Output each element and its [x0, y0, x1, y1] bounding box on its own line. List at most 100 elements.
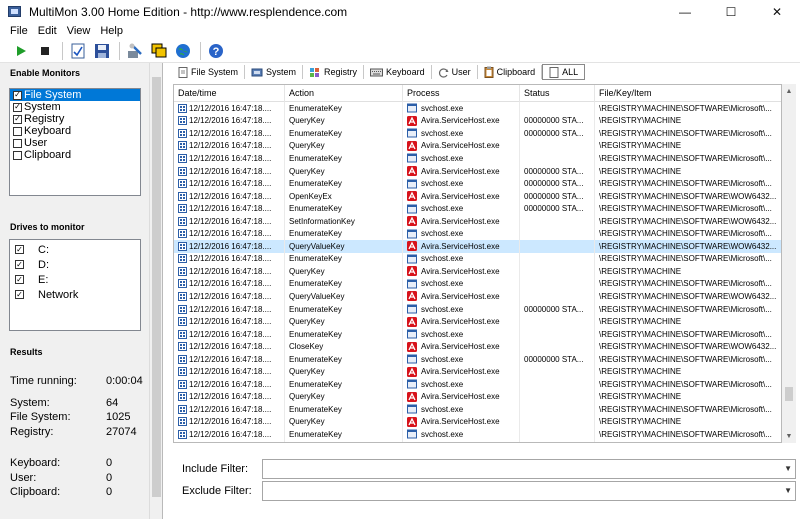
table-row[interactable]: 12/12/2016 16:47:18.... EnumerateKey svcho… — [174, 152, 781, 165]
monitor-checkbox[interactable]: ✓ — [13, 90, 22, 100]
table-row[interactable]: 12/12/2016 16:47:18.... EnumerateKey svcho… — [174, 252, 781, 266]
table-row[interactable]: 12/12/2016 16:47:18.... EnumerateKey svcho… — [174, 177, 781, 190]
table-row[interactable]: 12/12/2016 16:47:18....QueryKeyAvira.Ser… — [174, 315, 781, 328]
table-row[interactable]: 12/12/2016 16:47:18.... EnumerateKey svcho… — [174, 127, 781, 140]
column-header-action[interactable]: Action — [285, 85, 403, 102]
table-row[interactable]: 12/12/2016 16:47:18.... CloseKey Avira.Ser… — [174, 340, 781, 353]
menu-edit[interactable]: Edit — [38, 25, 57, 37]
include-filter-input[interactable] — [263, 460, 778, 478]
cell-text: 12/12/2016 16:47:18.... — [189, 229, 272, 239]
table-row[interactable]: 12/12/2016 16:47:18....QueryKeyAvira.Ser… — [174, 440, 781, 442]
table-row[interactable]: 12/12/2016 16:47:18.... EnumerateKey svcho… — [174, 227, 781, 241]
minimize-button[interactable]: — — [662, 0, 708, 23]
table-row[interactable]: 12/12/2016 16:47:18.... SetInformationKey… — [174, 214, 781, 228]
start-button[interactable] — [10, 40, 32, 62]
table-row[interactable]: 12/12/2016 16:47:18.... EnumerateKey svcho… — [174, 277, 781, 291]
table-row[interactable]: 12/12/2016 16:47:18....QueryKeyAvira.Ser… — [174, 114, 781, 128]
filesystem-count-label: File System: — [10, 411, 71, 423]
table-row[interactable]: 12/12/2016 16:47:18....QueryKeyAvira.Ser… — [174, 265, 781, 278]
drive-item-network[interactable]: ✓ Network — [10, 287, 140, 302]
menu-help[interactable]: Help — [100, 25, 123, 37]
tab-user[interactable]: User — [432, 64, 477, 80]
drive-checkbox[interactable]: ✓ — [15, 290, 24, 299]
options-button[interactable] — [67, 40, 89, 62]
exclude-filter-combo[interactable]: ▼ — [262, 481, 796, 501]
table-row[interactable]: 12/12/2016 16:47:18.... EnumerateKey svcho… — [174, 428, 781, 441]
row-path: \REGISTRY\MACHINE\SOFTWARE\Microsoft\... — [595, 253, 781, 266]
menu-view[interactable]: View — [67, 25, 91, 37]
scroll-up-arrow[interactable]: ▲ — [782, 84, 796, 98]
tab-clipboard[interactable]: Clipboard — [478, 64, 542, 80]
event-grid[interactable]: Date/time Action Process Status File/Key… — [173, 84, 782, 443]
table-row[interactable]: 12/12/2016 16:47:18.... EnumerateKey svcho… — [174, 202, 781, 215]
help-button[interactable]: ? — [205, 40, 227, 62]
monitor-checkbox[interactable] — [13, 138, 22, 148]
column-header-datetime[interactable]: Date/time — [174, 85, 285, 102]
tab-all[interactable]: ALL — [542, 64, 586, 80]
drive-item-d[interactable]: ✓ D: — [10, 257, 140, 272]
cell-text: Avira.ServiceHost.exe — [421, 166, 500, 176]
column-header-process[interactable]: Process — [403, 85, 520, 102]
drive-checkbox[interactable]: ✓ — [15, 275, 24, 284]
chevron-down-icon[interactable]: ▼ — [784, 486, 792, 495]
tools-button[interactable] — [124, 40, 146, 62]
windows-button[interactable] — [148, 40, 170, 62]
monitor-checkbox[interactable]: ✓ — [13, 114, 22, 124]
row-process: Avira.ServiceHost.exe — [403, 265, 520, 278]
tab-keyboard[interactable]: Keyboard — [364, 64, 431, 80]
monitor-item-file-system[interactable]: ✓ File System — [10, 89, 140, 101]
table-row[interactable]: 12/12/2016 16:47:18....QueryKeyAvira.Ser… — [174, 390, 781, 404]
monitor-item-system[interactable]: ✓ System — [10, 101, 140, 113]
monitor-item-registry[interactable]: ✓ Registry — [10, 113, 140, 125]
drives-list[interactable]: ✓ C: ✓ D: ✓ E: ✓ Network — [9, 239, 141, 331]
table-row[interactable]: 12/12/2016 16:47:18.... EnumerateKey svcho… — [174, 102, 781, 115]
monitor-item-keyboard[interactable]: Keyboard — [10, 125, 140, 137]
table-row[interactable]: 12/12/2016 16:47:18.... EnumerateKey svcho… — [174, 327, 781, 341]
table-row[interactable]: 12/12/2016 16:47:18.... EnumerateKey svcho… — [174, 403, 781, 416]
chevron-down-icon[interactable]: ▼ — [784, 464, 792, 473]
row-process: svchost.exe — [403, 403, 520, 416]
column-header-status[interactable]: Status — [520, 85, 595, 102]
table-row[interactable]: 12/12/2016 16:47:18.... EnumerateKey svcho… — [174, 378, 781, 391]
row-action: QueryKey — [285, 365, 403, 379]
monitor-item-clipboard[interactable]: Clipboard — [10, 149, 140, 161]
left-pane-scrollbar[interactable] — [149, 63, 162, 519]
drive-item-e[interactable]: ✓ E: — [10, 272, 140, 287]
monitors-list[interactable]: ✓ File System ✓ System ✓ Registry Keyboa… — [9, 88, 141, 196]
drive-item-c[interactable]: ✓ C: — [10, 242, 140, 257]
table-row[interactable]: 12/12/2016 16:47:18.... QueryValueKey Avir… — [174, 240, 781, 253]
tab-system[interactable]: System — [245, 64, 302, 80]
left-pane-scroll-thumb[interactable] — [152, 77, 161, 497]
table-row[interactable]: 12/12/2016 16:47:18....QueryKeyAvira.Ser… — [174, 164, 781, 178]
table-row[interactable]: 12/12/2016 16:47:18....QueryKeyAvira.Ser… — [174, 365, 781, 379]
table-row[interactable]: 12/12/2016 16:47:18.... EnumerateKey svcho… — [174, 302, 781, 316]
table-row[interactable]: 12/12/2016 16:47:18.... OpenKeyEx Avira.Se… — [174, 189, 781, 203]
save-button[interactable] — [91, 40, 113, 62]
table-row[interactable]: 12/12/2016 16:47:18....QueryKeyAvira.Ser… — [174, 139, 781, 153]
table-row[interactable]: 12/12/2016 16:47:18.... QueryValueKey Avir… — [174, 290, 781, 303]
close-button[interactable]: ✕ — [754, 0, 800, 23]
include-filter-combo[interactable]: ▼ — [262, 459, 796, 479]
tab-file-system[interactable]: File System — [172, 64, 244, 80]
drive-checkbox[interactable]: ✓ — [15, 260, 24, 269]
grid-scrollbar[interactable]: ▲ ▼ — [782, 84, 796, 443]
tab-registry[interactable]: Registry — [303, 64, 363, 80]
row-path: \REGISTRY\MACHINE\SOFTWARE\Microsoft\... — [595, 177, 781, 190]
menu-file[interactable]: File — [10, 25, 28, 37]
tab-label: System — [266, 67, 297, 77]
table-row[interactable]: 12/12/2016 16:47:18....QueryKeyAvira.Ser… — [174, 415, 781, 429]
scroll-down-arrow[interactable]: ▼ — [782, 429, 796, 443]
exclude-filter-input[interactable] — [263, 482, 778, 500]
monitor-checkbox[interactable] — [13, 126, 22, 136]
maximize-button[interactable]: ☐ — [708, 0, 754, 23]
stop-button[interactable] — [34, 40, 56, 62]
monitor-checkbox[interactable] — [13, 150, 22, 160]
website-button[interactable] — [172, 40, 194, 62]
monitor-item-user[interactable]: User — [10, 137, 140, 149]
grid-scroll-thumb[interactable] — [785, 387, 793, 401]
table-row[interactable]: 12/12/2016 16:47:18.... EnumerateKey svcho… — [174, 352, 781, 366]
cell-text: 00000000 STA... — [524, 204, 584, 214]
drive-checkbox[interactable]: ✓ — [15, 245, 24, 254]
column-header-path[interactable]: File/Key/Item — [595, 85, 781, 102]
monitor-checkbox[interactable]: ✓ — [13, 102, 22, 112]
